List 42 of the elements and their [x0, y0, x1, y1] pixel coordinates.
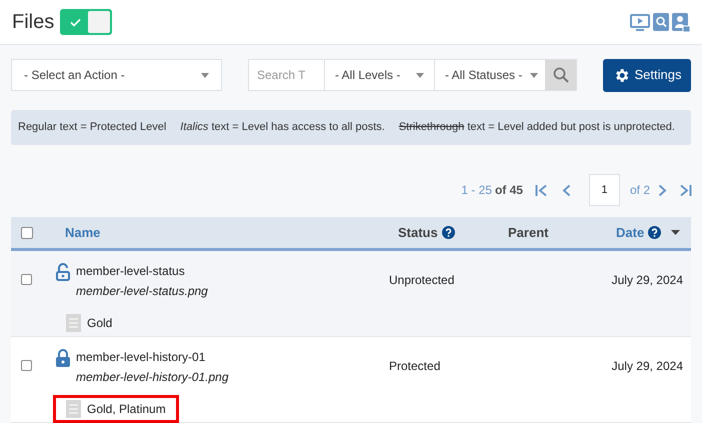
search-document-icon[interactable] [653, 13, 669, 31]
level-text: Gold [87, 315, 112, 332]
dropdown-caret-icon [201, 72, 209, 78]
settings-button[interactable]: Settings [603, 58, 691, 92]
select-all-checkbox[interactable] [21, 226, 33, 238]
file-title[interactable]: member-level-history-01 [76, 348, 229, 366]
date-text: July 29, 2024 [612, 358, 683, 375]
legend-text: Strikethrough text = Level added but post is unprotected. [398, 120, 675, 136]
status-text: Unprotected [389, 272, 456, 289]
sort-caret-icon[interactable] [671, 230, 680, 235]
help-icon[interactable] [648, 226, 662, 239]
date-text: July 29, 2024 [612, 272, 683, 289]
toggle-switch[interactable] [60, 9, 112, 35]
page-title: Files [12, 10, 54, 35]
legend-text: Italics text = Level has access to all posts. [180, 120, 385, 136]
next-page-icon[interactable] [658, 184, 667, 196]
video-screen-icon[interactable] [630, 14, 650, 30]
column-header[interactable]: Date [616, 222, 644, 242]
row-checkbox[interactable] [21, 360, 32, 371]
user-mail-icon[interactable] [672, 12, 690, 32]
last-page-icon[interactable] [679, 184, 692, 196]
document-icon [66, 314, 81, 332]
help-icon[interactable] [442, 226, 455, 239]
page-count: of 2 [630, 182, 650, 199]
file-name: member-level-status.png [76, 283, 208, 300]
checkmark-icon [70, 18, 81, 26]
range-text: 1 - 25 [461, 182, 492, 199]
file-name: member-level-history-01.png [76, 369, 229, 386]
row-checkbox[interactable] [21, 274, 32, 285]
legend-text: Regular text = Protected Level [18, 120, 166, 136]
column-header[interactable]: Name [65, 222, 398, 242]
page-number-field[interactable]: 1 [588, 174, 620, 206]
file-title[interactable]: member-level-status [76, 262, 208, 280]
column-header[interactable]: Status [398, 222, 438, 242]
document-icon [66, 400, 81, 418]
column-header: Parent [508, 224, 550, 242]
status-text: Protected [389, 358, 442, 375]
previous-page-icon[interactable] [562, 184, 571, 196]
action-select[interactable]: - Select an Action - [11, 59, 222, 91]
level-text: Gold, Platinum [87, 401, 166, 418]
first-page-icon[interactable] [534, 184, 548, 196]
total-count: of 45 [494, 182, 523, 199]
